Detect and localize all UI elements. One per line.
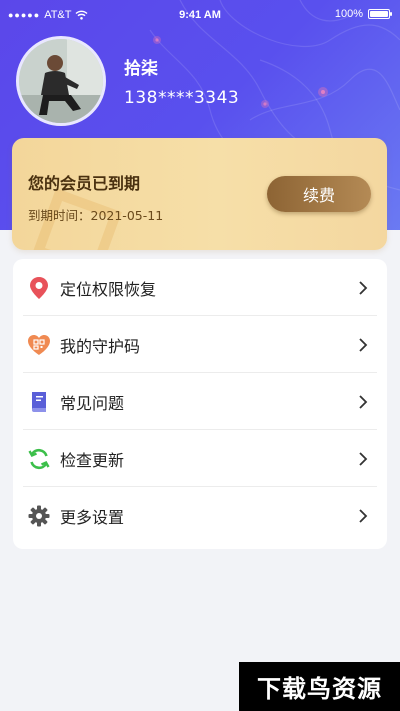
avatar-photo <box>19 39 103 123</box>
chevron-right-icon <box>359 451 368 466</box>
chevron-right-icon <box>359 394 368 409</box>
user-name: 拾柒 <box>124 59 158 79</box>
status-right: 100% <box>334 8 392 20</box>
battery-icon <box>368 9 392 19</box>
menu-item-guardian-code[interactable]: 我的守护码 <box>13 316 387 373</box>
renew-button[interactable]: 续费 <box>267 176 371 212</box>
chevron-right-icon <box>359 280 368 295</box>
status-bar: ●●●●● AT&T 9:41 AM 100% <box>0 0 400 32</box>
avatar[interactable] <box>16 36 106 126</box>
menu-item-check-update[interactable]: 检查更新 <box>13 430 387 487</box>
menu-item-label: 检查更新 <box>60 450 125 470</box>
book-icon <box>27 390 51 414</box>
menu-item-label: 常见问题 <box>60 393 125 413</box>
gear-icon <box>27 504 51 528</box>
chevron-right-icon <box>359 337 368 352</box>
membership-status: 您的会员已到期 <box>28 174 141 193</box>
user-phone: 138****3343 <box>124 88 240 108</box>
membership-card: 您的会员已到期 到期时间：2021-05-11 续费 <box>12 138 387 250</box>
refresh-icon <box>27 447 51 471</box>
menu-item-more-settings[interactable]: 更多设置 <box>13 487 387 544</box>
menu-item-label: 我的守护码 <box>60 336 141 356</box>
watermark-logo: 下载鸟资源 <box>239 662 400 711</box>
battery-percent: 100% <box>334 8 363 20</box>
membership-expire-date: 到期时间：2021-05-11 <box>28 208 164 223</box>
heart-qr-icon <box>27 333 51 357</box>
menu-item-location-permission[interactable]: 定位权限恢复 <box>13 259 387 316</box>
location-pin-icon <box>27 276 51 300</box>
menu-item-label: 定位权限恢复 <box>60 279 157 299</box>
menu-item-faq[interactable]: 常见问题 <box>13 373 387 430</box>
settings-menu: 定位权限恢复 我的守护码 常见问题 检查更新 更多设置 <box>13 259 387 549</box>
chevron-right-icon <box>359 508 368 523</box>
menu-item-label: 更多设置 <box>60 507 125 527</box>
